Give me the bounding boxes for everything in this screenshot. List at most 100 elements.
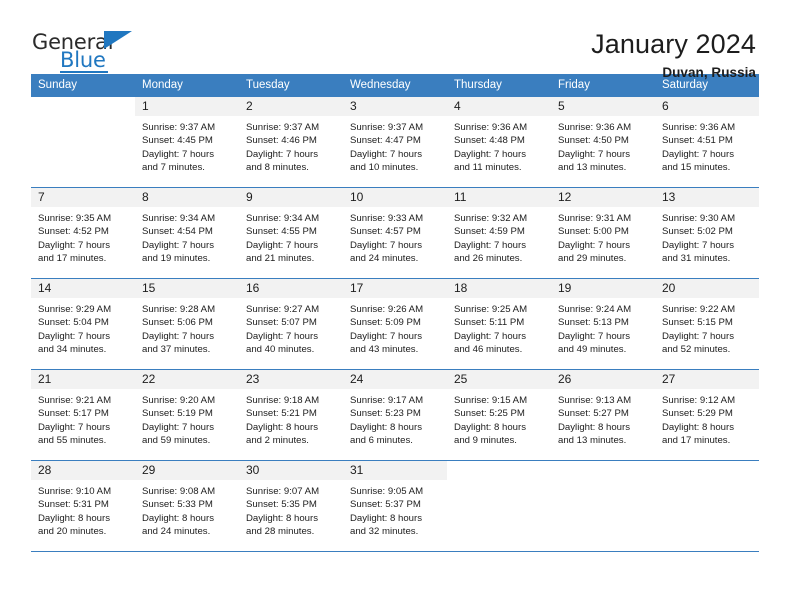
daylight-line-1: Daylight: 7 hours — [662, 148, 734, 160]
sunset-line: Sunset: 5:25 PM — [454, 408, 525, 420]
day-details — [447, 480, 551, 485]
day-cell[interactable]: 17 Sunrise: 9:26 AM Sunset: 5:09 PM Dayl… — [343, 278, 447, 370]
day-cell[interactable]: 15 Sunrise: 9:28 AM Sunset: 5:06 PM Dayl… — [135, 278, 239, 370]
sunrise-line: Sunrise: 9:35 AM — [38, 213, 112, 224]
daylight-line-1: Daylight: 8 hours — [662, 421, 734, 433]
day-cell[interactable]: 9 Sunrise: 9:34 AM Sunset: 4:55 PM Dayli… — [239, 187, 343, 279]
day-cell-inner: 21 Sunrise: 9:21 AM Sunset: 5:17 PM Dayl… — [31, 370, 135, 460]
day-cell[interactable] — [655, 460, 759, 551]
general-blue-logo[interactable]: General Blue — [32, 30, 140, 76]
day-number: 24 — [343, 370, 447, 389]
day-cell[interactable]: 25 Sunrise: 9:15 AM Sunset: 5:25 PM Dayl… — [447, 369, 551, 461]
daylight-line-1: Daylight: 7 hours — [662, 239, 734, 251]
day-number: 20 — [655, 279, 759, 298]
week-row: 14 Sunrise: 9:29 AM Sunset: 5:04 PM Dayl… — [31, 278, 759, 370]
day-number: 16 — [239, 279, 343, 298]
day-number: 30 — [239, 461, 343, 480]
day-cell[interactable]: 24 Sunrise: 9:17 AM Sunset: 5:23 PM Dayl… — [343, 369, 447, 461]
day-cell[interactable]: 27 Sunrise: 9:12 AM Sunset: 5:29 PM Dayl… — [655, 369, 759, 461]
day-cell[interactable] — [447, 460, 551, 551]
day-cell[interactable]: 14 Sunrise: 9:29 AM Sunset: 5:04 PM Dayl… — [31, 278, 135, 370]
day-cell[interactable]: 22 Sunrise: 9:20 AM Sunset: 5:19 PM Dayl… — [135, 369, 239, 461]
day-cell[interactable]: 4 Sunrise: 9:36 AM Sunset: 4:48 PM Dayli… — [447, 97, 551, 188]
day-number — [551, 461, 655, 480]
day-cell[interactable] — [31, 97, 135, 188]
day-cell[interactable]: 21 Sunrise: 9:21 AM Sunset: 5:17 PM Dayl… — [31, 369, 135, 461]
sunset-line: Sunset: 5:15 PM — [662, 317, 733, 329]
sunset-line: Sunset: 5:19 PM — [142, 408, 213, 420]
day-cell-inner: 29 Sunrise: 9:08 AM Sunset: 5:33 PM Dayl… — [135, 461, 239, 551]
day-cell[interactable]: 19 Sunrise: 9:24 AM Sunset: 5:13 PM Dayl… — [551, 278, 655, 370]
day-number — [655, 461, 759, 480]
daylight-line-1: Daylight: 7 hours — [454, 148, 526, 160]
sunset-line: Sunset: 4:57 PM — [350, 226, 421, 238]
day-details: Sunrise: 9:29 AM Sunset: 5:04 PM Dayligh… — [31, 298, 135, 356]
daylight-line-1: Daylight: 7 hours — [662, 330, 734, 342]
daylight-line-1: Daylight: 7 hours — [142, 239, 214, 251]
day-details: Sunrise: 9:31 AM Sunset: 5:00 PM Dayligh… — [551, 207, 655, 265]
day-cell[interactable]: 10 Sunrise: 9:33 AM Sunset: 4:57 PM Dayl… — [343, 187, 447, 279]
day-details: Sunrise: 9:17 AM Sunset: 5:23 PM Dayligh… — [343, 389, 447, 447]
sunset-line: Sunset: 5:09 PM — [350, 317, 421, 329]
sunrise-line: Sunrise: 9:30 AM — [662, 213, 736, 224]
day-cell[interactable]: 26 Sunrise: 9:13 AM Sunset: 5:27 PM Dayl… — [551, 369, 655, 461]
day-details — [31, 116, 135, 121]
day-cell[interactable]: 29 Sunrise: 9:08 AM Sunset: 5:33 PM Dayl… — [135, 460, 239, 551]
daylight-line-1: Daylight: 7 hours — [246, 148, 318, 160]
day-number: 11 — [447, 188, 551, 207]
column-header-sunday: Sunday — [31, 74, 135, 97]
daylight-line-2: and 6 minutes. — [350, 434, 413, 446]
day-cell[interactable]: 20 Sunrise: 9:22 AM Sunset: 5:15 PM Dayl… — [655, 278, 759, 370]
day-cell[interactable]: 23 Sunrise: 9:18 AM Sunset: 5:21 PM Dayl… — [239, 369, 343, 461]
day-cell-inner: 31 Sunrise: 9:05 AM Sunset: 5:37 PM Dayl… — [343, 461, 447, 551]
day-cell[interactable]: 1 Sunrise: 9:37 AM Sunset: 4:45 PM Dayli… — [135, 97, 239, 188]
day-cell[interactable]: 6 Sunrise: 9:36 AM Sunset: 4:51 PM Dayli… — [655, 97, 759, 188]
day-cell-inner: 7 Sunrise: 9:35 AM Sunset: 4:52 PM Dayli… — [31, 188, 135, 278]
day-cell-inner: 20 Sunrise: 9:22 AM Sunset: 5:15 PM Dayl… — [655, 279, 759, 369]
day-cell-inner: 5 Sunrise: 9:36 AM Sunset: 4:50 PM Dayli… — [551, 97, 655, 187]
day-number: 27 — [655, 370, 759, 389]
day-cell-inner: 22 Sunrise: 9:20 AM Sunset: 5:19 PM Dayl… — [135, 370, 239, 460]
daylight-line-1: Daylight: 7 hours — [142, 421, 214, 433]
day-cell[interactable]: 13 Sunrise: 9:30 AM Sunset: 5:02 PM Dayl… — [655, 187, 759, 279]
day-details: Sunrise: 9:08 AM Sunset: 5:33 PM Dayligh… — [135, 480, 239, 538]
sunrise-line: Sunrise: 9:34 AM — [246, 213, 320, 224]
day-cell-inner: 4 Sunrise: 9:36 AM Sunset: 4:48 PM Dayli… — [447, 97, 551, 187]
sunrise-line: Sunrise: 9:05 AM — [350, 486, 424, 497]
day-cell[interactable]: 12 Sunrise: 9:31 AM Sunset: 5:00 PM Dayl… — [551, 187, 655, 279]
day-cell[interactable]: 8 Sunrise: 9:34 AM Sunset: 4:54 PM Dayli… — [135, 187, 239, 279]
sunrise-line: Sunrise: 9:24 AM — [558, 304, 632, 315]
day-cell[interactable]: 3 Sunrise: 9:37 AM Sunset: 4:47 PM Dayli… — [343, 97, 447, 188]
day-details: Sunrise: 9:28 AM Sunset: 5:06 PM Dayligh… — [135, 298, 239, 356]
sunset-line: Sunset: 4:47 PM — [350, 135, 421, 147]
day-cell[interactable] — [551, 460, 655, 551]
day-cell-inner: 2 Sunrise: 9:37 AM Sunset: 4:46 PM Dayli… — [239, 97, 343, 187]
page-title: January 2024 — [591, 29, 756, 59]
sunset-line: Sunset: 5:02 PM — [662, 226, 733, 238]
day-cell[interactable]: 2 Sunrise: 9:37 AM Sunset: 4:46 PM Dayli… — [239, 97, 343, 188]
day-cell[interactable]: 5 Sunrise: 9:36 AM Sunset: 4:50 PM Dayli… — [551, 97, 655, 188]
sunrise-line: Sunrise: 9:07 AM — [246, 486, 320, 497]
sunrise-line: Sunrise: 9:37 AM — [246, 122, 320, 133]
day-details: Sunrise: 9:12 AM Sunset: 5:29 PM Dayligh… — [655, 389, 759, 447]
sunrise-line: Sunrise: 9:37 AM — [142, 122, 216, 133]
day-cell[interactable]: 11 Sunrise: 9:32 AM Sunset: 4:59 PM Dayl… — [447, 187, 551, 279]
day-cell[interactable]: 31 Sunrise: 9:05 AM Sunset: 5:37 PM Dayl… — [343, 460, 447, 551]
sunset-line: Sunset: 5:29 PM — [662, 408, 733, 420]
day-details: Sunrise: 9:26 AM Sunset: 5:09 PM Dayligh… — [343, 298, 447, 356]
daylight-line-2: and 20 minutes. — [38, 525, 107, 537]
sunrise-line: Sunrise: 9:37 AM — [350, 122, 424, 133]
day-details: Sunrise: 9:33 AM Sunset: 4:57 PM Dayligh… — [343, 207, 447, 265]
day-details: Sunrise: 9:21 AM Sunset: 5:17 PM Dayligh… — [31, 389, 135, 447]
daylight-line-1: Daylight: 7 hours — [38, 421, 110, 433]
day-cell-inner: 27 Sunrise: 9:12 AM Sunset: 5:29 PM Dayl… — [655, 370, 759, 460]
column-header-monday: Monday — [135, 74, 239, 97]
day-cell[interactable]: 16 Sunrise: 9:27 AM Sunset: 5:07 PM Dayl… — [239, 278, 343, 370]
daylight-line-2: and 19 minutes. — [142, 252, 211, 264]
day-cell[interactable]: 30 Sunrise: 9:07 AM Sunset: 5:35 PM Dayl… — [239, 460, 343, 551]
day-cell-inner — [551, 461, 655, 551]
day-cell[interactable]: 7 Sunrise: 9:35 AM Sunset: 4:52 PM Dayli… — [31, 187, 135, 279]
day-cell[interactable]: 28 Sunrise: 9:10 AM Sunset: 5:31 PM Dayl… — [31, 460, 135, 551]
sunrise-line: Sunrise: 9:27 AM — [246, 304, 320, 315]
day-cell[interactable]: 18 Sunrise: 9:25 AM Sunset: 5:11 PM Dayl… — [447, 278, 551, 370]
